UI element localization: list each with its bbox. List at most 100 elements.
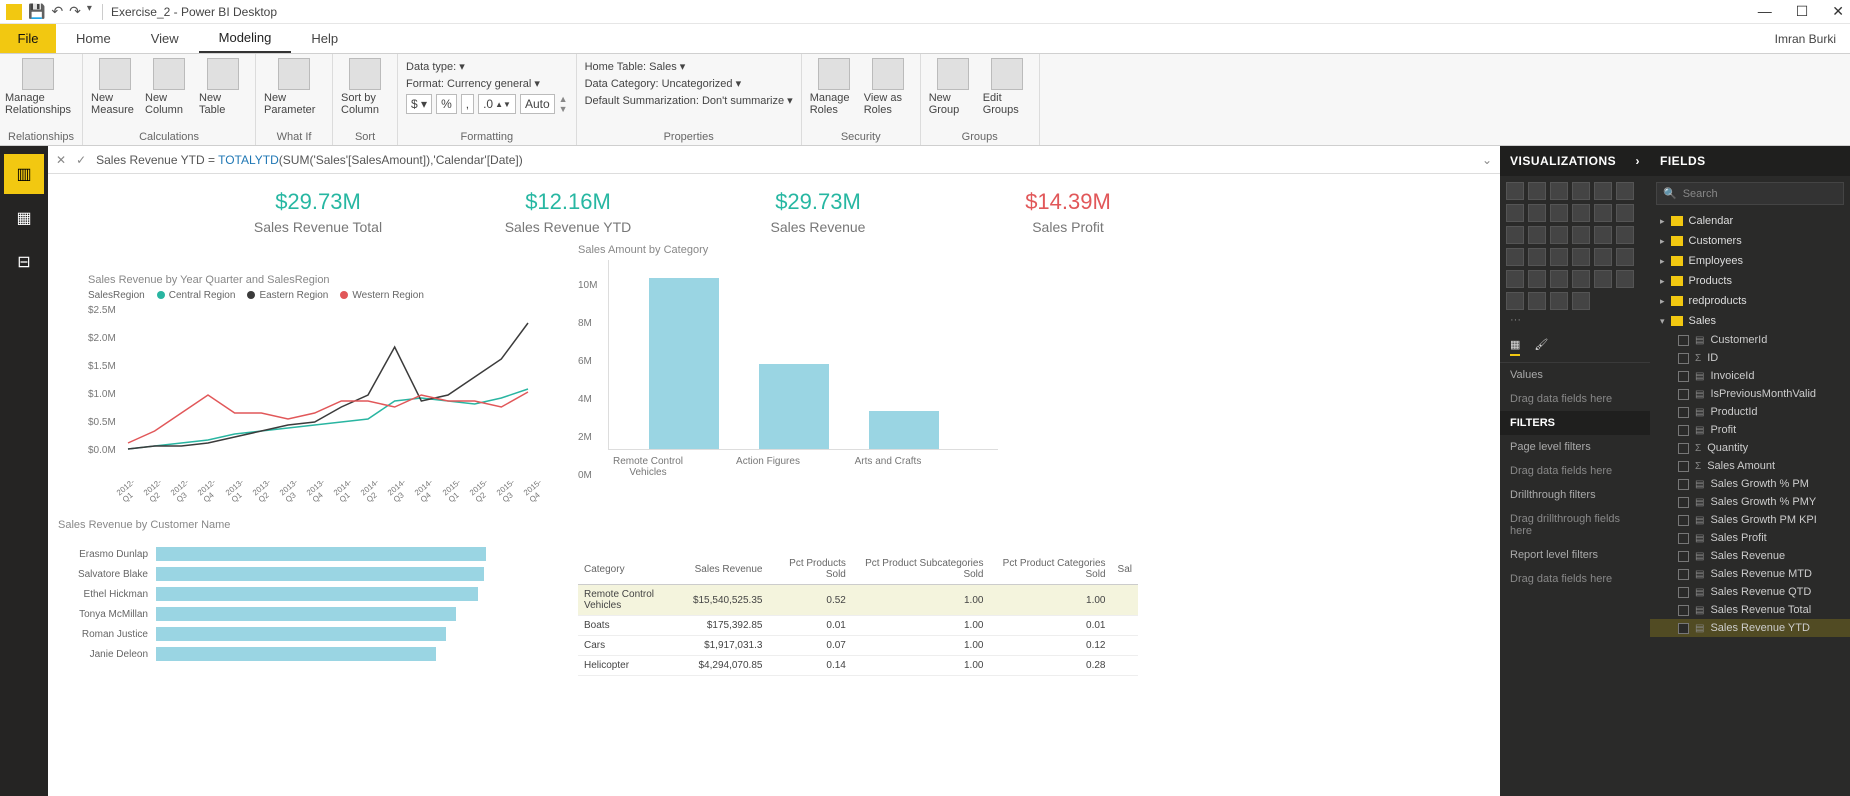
menu-help[interactable]: Help	[291, 24, 358, 53]
visual-type-icon[interactable]	[1550, 182, 1568, 200]
field-item[interactable]: ▤Sales Revenue	[1650, 547, 1850, 565]
visual-type-icon[interactable]	[1572, 270, 1590, 288]
field-item[interactable]: ▤Sales Revenue MTD	[1650, 565, 1850, 583]
visual-type-icon[interactable]	[1616, 270, 1634, 288]
field-item[interactable]: ▤IsPreviousMonthValid	[1650, 385, 1850, 403]
percent-icon[interactable]: %	[436, 94, 457, 114]
table-row[interactable]: Remote Control Vehicles$15,540,525.350.5…	[578, 585, 1138, 616]
field-table[interactable]: Products	[1650, 271, 1850, 291]
report-canvas[interactable]: $29.73MSales Revenue Total$12.16MSales R…	[48, 174, 1500, 796]
table-row[interactable]: Helicopter$4,294,070.850.141.000.28	[578, 656, 1138, 676]
manage-roles-button[interactable]: Manage Roles	[810, 58, 858, 116]
minimize-icon[interactable]: —	[1758, 3, 1772, 20]
field-item[interactable]: ▤Sales Growth % PMY	[1650, 493, 1850, 511]
visual-type-icon[interactable]	[1616, 226, 1634, 244]
visual-type-icon[interactable]	[1572, 292, 1590, 310]
report-filters-drop[interactable]: Drag data fields here	[1500, 567, 1650, 591]
visual-type-icon[interactable]	[1616, 182, 1634, 200]
currency-icon[interactable]: $ ▾	[406, 94, 432, 114]
datatype-label[interactable]: Data type:	[406, 61, 456, 73]
data-view-icon[interactable]: ▦	[4, 198, 44, 238]
formula-bar[interactable]: ✕ ✓ Sales Revenue YTD = TOTALYTD(SUM('Sa…	[48, 146, 1500, 174]
confirm-formula-icon[interactable]: ✓	[76, 153, 86, 167]
visual-type-icon[interactable]	[1550, 292, 1568, 310]
auto-box[interactable]: Auto	[520, 94, 555, 114]
field-table-open[interactable]: Sales	[1650, 311, 1850, 331]
field-item[interactable]: ▤Sales Revenue Total	[1650, 601, 1850, 619]
visual-type-icon[interactable]	[1550, 248, 1568, 266]
visual-type-icon[interactable]	[1528, 182, 1546, 200]
field-item[interactable]: ▤CustomerId	[1650, 331, 1850, 349]
visual-type-icon[interactable]	[1528, 226, 1546, 244]
line-chart[interactable]: Sales Revenue by Year Quarter and SalesR…	[88, 274, 548, 499]
view-as-roles-button[interactable]: View as Roles	[864, 58, 912, 116]
data-category-label[interactable]: Data Category: Uncategorized	[585, 78, 733, 90]
model-view-icon[interactable]: ⊟	[4, 242, 44, 282]
maximize-icon[interactable]: ☐	[1796, 3, 1809, 20]
bar[interactable]	[869, 411, 939, 449]
format-well-icon[interactable]: 🖌	[1534, 338, 1548, 356]
default-summ-label[interactable]: Default Summarization: Don't summarize	[585, 95, 785, 107]
kpi-card[interactable]: $12.16MSales Revenue YTD	[448, 189, 688, 235]
field-item[interactable]: ▤Sales Revenue YTD	[1650, 619, 1850, 637]
table-header[interactable]: Sales Revenue	[687, 554, 769, 585]
edit-groups-button[interactable]: Edit Groups	[983, 58, 1031, 116]
menu-home[interactable]: Home	[56, 24, 131, 53]
visual-type-icon[interactable]	[1528, 292, 1546, 310]
visual-type-icon[interactable]	[1550, 226, 1568, 244]
kpi-card[interactable]: $29.73MSales Revenue	[698, 189, 938, 235]
hbar-chart[interactable]: Sales Revenue by Customer Name Erasmo Du…	[58, 519, 558, 661]
visual-type-icon[interactable]	[1616, 204, 1634, 222]
visual-type-icon[interactable]	[1572, 204, 1590, 222]
bar[interactable]	[649, 278, 719, 449]
visual-type-icon[interactable]	[1572, 182, 1590, 200]
visual-type-icon[interactable]	[1528, 204, 1546, 222]
visual-type-icon[interactable]	[1506, 270, 1524, 288]
table-header[interactable]: Sal	[1112, 554, 1139, 585]
new-parameter-button[interactable]: New Parameter	[264, 58, 324, 116]
report-view-icon[interactable]: ▥	[4, 154, 44, 194]
field-table[interactable]: Employees	[1650, 251, 1850, 271]
visual-type-icon[interactable]	[1550, 204, 1568, 222]
visual-type-icon[interactable]	[1594, 248, 1612, 266]
values-drop[interactable]: Drag data fields here	[1500, 387, 1650, 411]
hbar-row[interactable]: Roman Justice	[58, 627, 558, 641]
visual-type-icon[interactable]	[1550, 270, 1568, 288]
fields-search[interactable]: 🔍 Search	[1656, 182, 1844, 205]
visual-type-icon[interactable]	[1594, 270, 1612, 288]
format-label[interactable]: Format: Currency general	[406, 78, 531, 90]
sort-by-column-button[interactable]: Sort by Column	[341, 58, 389, 116]
visual-type-icon[interactable]	[1594, 204, 1612, 222]
new-column-button[interactable]: New Column	[145, 58, 193, 116]
decimal-steppers[interactable]: ▲▼	[559, 94, 568, 114]
field-table[interactable]: Customers	[1650, 231, 1850, 251]
new-group-button[interactable]: New Group	[929, 58, 977, 116]
field-item[interactable]: ▤ProductId	[1650, 403, 1850, 421]
field-table[interactable]: redproducts	[1650, 291, 1850, 311]
undo-icon[interactable]: ↶	[51, 3, 63, 20]
visual-type-icon[interactable]	[1594, 182, 1612, 200]
expand-formula-icon[interactable]: ⌄	[1482, 153, 1492, 167]
user-label[interactable]: Imran Burki	[1761, 24, 1850, 53]
table-header[interactable]: Pct Product Subcategories Sold	[852, 554, 990, 585]
field-item[interactable]: ▤Sales Growth PM KPI	[1650, 511, 1850, 529]
home-table-label[interactable]: Home Table: Sales	[585, 61, 677, 73]
menu-modeling[interactable]: Modeling	[199, 24, 292, 53]
visual-type-icon[interactable]	[1506, 182, 1524, 200]
hbar-row[interactable]: Tonya McMillan	[58, 607, 558, 621]
visual-type-icon[interactable]	[1528, 248, 1546, 266]
hbar-row[interactable]: Salvatore Blake	[58, 567, 558, 581]
page-filters-drop[interactable]: Drag data fields here	[1500, 459, 1650, 483]
save-icon[interactable]: 💾	[28, 3, 45, 20]
decimal-spinner[interactable]: .0▲▼	[478, 94, 516, 114]
field-table[interactable]: Calendar	[1650, 211, 1850, 231]
cancel-formula-icon[interactable]: ✕	[56, 153, 66, 167]
fields-well-icon[interactable]: ▦	[1510, 338, 1520, 356]
visual-type-icon[interactable]	[1506, 292, 1524, 310]
table-row[interactable]: Boats$175,392.850.011.000.01	[578, 616, 1138, 636]
visual-type-icon[interactable]	[1506, 248, 1524, 266]
visual-type-icon[interactable]	[1506, 226, 1524, 244]
field-item[interactable]: ▤InvoiceId	[1650, 367, 1850, 385]
bar-chart[interactable]: Sales Amount by Category 10M8M6M4M2M0M R…	[578, 244, 998, 478]
table-header[interactable]: Category	[578, 554, 687, 585]
